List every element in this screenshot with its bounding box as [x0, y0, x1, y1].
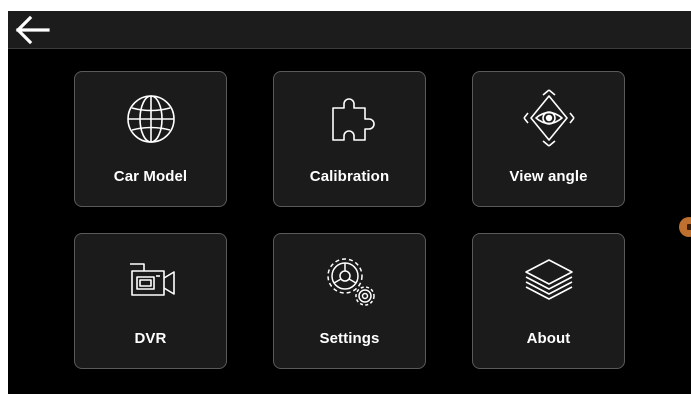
gears-icon: [326, 258, 375, 306]
tile-label: Calibration: [309, 168, 390, 185]
eye-view-icon: [522, 89, 575, 147]
dvr-button[interactable]: DVR: [74, 233, 227, 369]
about-button[interactable]: About: [472, 233, 625, 369]
view-angle-button[interactable]: View angle: [472, 71, 625, 207]
tile-label: Car Model: [113, 168, 188, 185]
layers-icon: [524, 259, 573, 300]
globe-icon: [126, 95, 175, 143]
puzzle-icon: [331, 98, 375, 141]
top-bar: [8, 11, 691, 49]
back-button[interactable]: [10, 14, 54, 46]
tile-label: View angle: [509, 168, 588, 185]
side-handle[interactable]: [679, 217, 691, 237]
tile-label: About: [526, 330, 571, 347]
handle-glyph: [687, 224, 691, 230]
settings-button[interactable]: Settings: [273, 233, 426, 369]
tile-label: DVR: [134, 330, 167, 347]
arrow-left-icon: [15, 15, 50, 45]
screen: Car Model Calibration View angle DVR Set…: [8, 11, 691, 394]
video-camera-icon: [129, 263, 175, 296]
tile-label: Settings: [319, 330, 380, 347]
calibration-button[interactable]: Calibration: [273, 71, 426, 207]
car-model-button[interactable]: Car Model: [74, 71, 227, 207]
